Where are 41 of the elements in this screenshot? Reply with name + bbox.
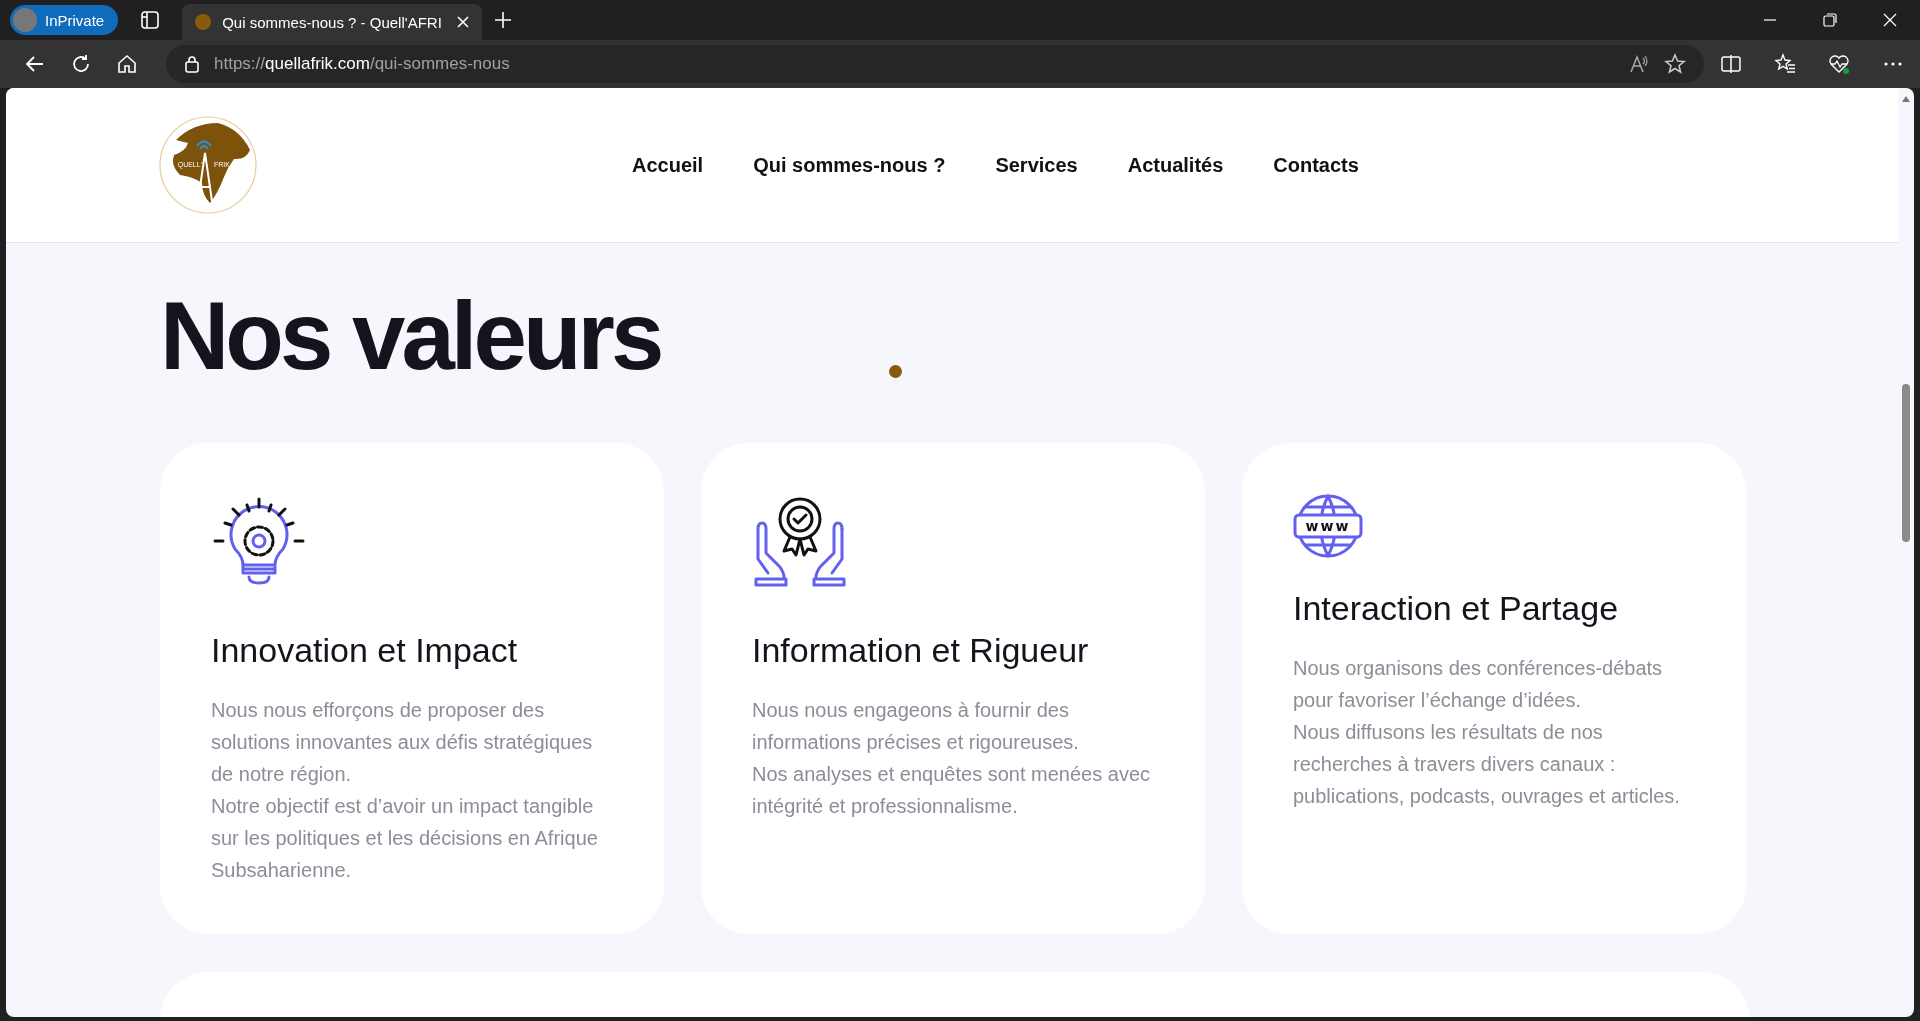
dot-icon bbox=[889, 365, 902, 378]
tab-title: Qui sommes-nous ? - Quell'AFRI bbox=[222, 13, 443, 31]
restore-icon[interactable] bbox=[1822, 12, 1838, 28]
www-globe-icon: www bbox=[1293, 492, 1363, 559]
card-text: Notre objectif est d’avoir un impact tangible sur les politiques et les décisions en Afrique Subsaharienne. bbox=[211, 793, 599, 883]
card-text: Nous nous engageons à fournir des informations précises et rigoureuses. bbox=[752, 697, 1080, 755]
new-tab-icon[interactable] bbox=[494, 11, 513, 29]
url-text: https://quellafrik.com/qui-sommes-nous bbox=[214, 54, 511, 74]
lock-icon[interactable] bbox=[184, 55, 200, 73]
scroll-up-icon[interactable] bbox=[1902, 96, 1910, 102]
section-heading: Nos valeurs bbox=[160, 283, 661, 389]
card-text: Nous organisons des conférences-débats pour favoriser l’échange d’idées. bbox=[1293, 655, 1664, 713]
star-icon[interactable] bbox=[1664, 53, 1686, 75]
close-icon[interactable] bbox=[1882, 12, 1898, 28]
card-title: Interaction et Partage bbox=[1293, 588, 1620, 628]
refresh-icon[interactable] bbox=[70, 53, 92, 75]
read-aloud-icon[interactable] bbox=[1628, 53, 1650, 75]
tab-actions-icon[interactable] bbox=[140, 10, 161, 30]
profile-label: InPrivate bbox=[45, 11, 105, 29]
browser-tab[interactable]: Qui sommes-nous ? - Quell'AFRI bbox=[182, 4, 483, 40]
favorites-icon[interactable] bbox=[1774, 53, 1796, 75]
card-text: Nous diffusons les résultats de nos recherches à travers divers canaux : publications, podcasts, ouvrages et articles. bbox=[1293, 719, 1681, 809]
address-bar[interactable]: https://quellafrik.com/qui-sommes-nous bbox=[166, 45, 1704, 83]
nav-link[interactable]: Actualités bbox=[1127, 153, 1224, 177]
close-icon[interactable] bbox=[456, 15, 471, 29]
card-text: Nos analyses et enquêtes sont menées avec intégrité et professionnalisme. bbox=[752, 761, 1152, 819]
card-text: Nous nous efforçons de proposer des solutions innovantes aux défis stratégiques de notre région. bbox=[211, 697, 594, 787]
nav-link[interactable]: Qui sommes-nous ? bbox=[753, 153, 946, 177]
health-icon[interactable] bbox=[1828, 53, 1850, 75]
avatar-icon bbox=[13, 8, 37, 32]
profile-button[interactable]: InPrivate bbox=[10, 5, 119, 35]
home-icon[interactable] bbox=[116, 53, 138, 75]
nav-link[interactable]: Accueil bbox=[632, 153, 704, 177]
globe-logo[interactable] bbox=[159, 116, 257, 214]
scroll-thumb[interactable] bbox=[1902, 384, 1910, 542]
nav-link[interactable]: Contacts bbox=[1273, 153, 1359, 177]
card-title: Information et Rigueur bbox=[752, 630, 1090, 670]
scrollbar[interactable] bbox=[1898, 88, 1914, 1017]
nav-link[interactable]: Services bbox=[995, 153, 1078, 177]
card-title: Innovation et Impact bbox=[211, 630, 519, 670]
split-screen-icon[interactable] bbox=[1720, 53, 1742, 75]
